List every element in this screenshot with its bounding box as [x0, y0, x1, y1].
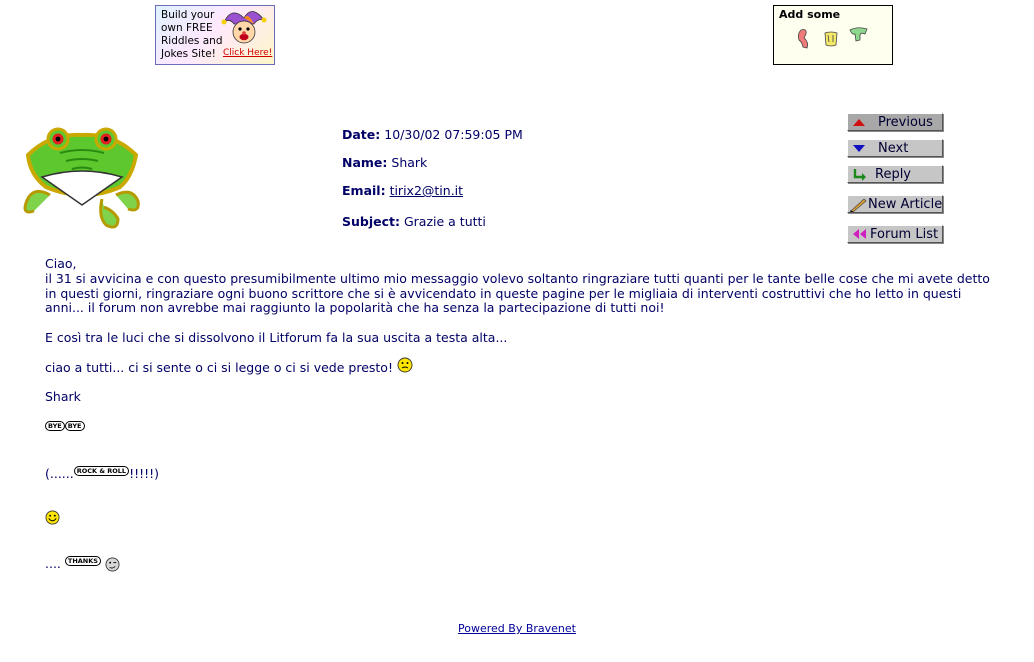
- up-arrow-icon: [853, 119, 865, 126]
- yellow-figure-icon: [824, 31, 838, 47]
- new-article-button[interactable]: New Article: [847, 195, 943, 213]
- bye-tag: BYE: [64, 421, 85, 432]
- subject-value: Grazie a tutti: [403, 214, 486, 229]
- message-paragraph: il 31 si avvicina e con questo presumibi…: [45, 270, 990, 316]
- bye-bye-emote: BYE BYE: [45, 419, 995, 434]
- jester-icon: [221, 11, 267, 44]
- ad-banner[interactable]: Build your own FREE Riddles and Jokes Si…: [155, 5, 275, 65]
- ad-text-line: Riddles and: [161, 35, 223, 47]
- forum-list-label: Forum List: [870, 227, 939, 242]
- thanks-tag: THANKS: [64, 555, 101, 566]
- rock-roll-line: (...... ROCK & ROLL!!!!!): [45, 465, 995, 482]
- add-some-title: Add some: [779, 8, 841, 21]
- message-paragraph: ciao a tutti... ci si sente o ci si legg…: [45, 358, 995, 376]
- next-label: Next: [878, 141, 909, 156]
- message-text: ....: [45, 556, 61, 572]
- forum-list-button[interactable]: Forum List: [847, 225, 943, 243]
- subject-row: Subject: Grazie a tutti: [342, 214, 486, 229]
- down-arrow-icon: [853, 145, 865, 152]
- smiley-line: [45, 510, 995, 525]
- ad-click-link[interactable]: Click Here!: [223, 48, 272, 58]
- name-label: Name:: [342, 155, 388, 170]
- previous-label: Previous: [878, 115, 933, 130]
- previous-button[interactable]: Previous: [847, 113, 943, 131]
- double-left-arrow-icon: [853, 229, 866, 239]
- message-text: (......: [45, 466, 74, 482]
- date-value: 10/30/02 07:59:05 PM: [384, 127, 523, 142]
- reply-label: Reply: [875, 167, 912, 182]
- wink-smiley-icon: [105, 557, 120, 572]
- reply-arrow-icon: [853, 169, 866, 181]
- message-text: !!!!!): [129, 466, 160, 482]
- date-label: Date:: [342, 127, 381, 142]
- bye-tag: BYE: [45, 421, 65, 432]
- subject-label: Subject:: [342, 214, 400, 229]
- ad-text-line: Build your: [161, 9, 215, 21]
- smiley-icon: [397, 358, 413, 373]
- ad-text-line: own FREE: [161, 22, 213, 34]
- message-paragraph: E così tra le luci che si dissolvono il …: [45, 330, 508, 346]
- message-signature: Shark: [45, 388, 81, 404]
- reply-button[interactable]: Reply: [847, 165, 943, 183]
- email-link[interactable]: tirix2@tin.it: [390, 183, 463, 198]
- name-value: Shark: [391, 155, 428, 170]
- date-row: Date: 10/30/02 07:59:05 PM: [342, 127, 523, 142]
- email-label: Email:: [342, 183, 386, 198]
- next-button[interactable]: Next: [847, 139, 943, 157]
- thanks-line: .... THANKS: [45, 555, 995, 572]
- grin-smiley-icon: [45, 510, 60, 525]
- email-row: Email: tirix2@tin.it: [342, 183, 463, 198]
- ad-text-line: Jokes Site!: [161, 48, 216, 60]
- message-body: Ciao, il 31 si avvicina e con questo pre…: [45, 256, 995, 572]
- message-text: ciao a tutti... ci si sente o ci si legg…: [45, 359, 393, 375]
- pencil-icon: [849, 198, 867, 212]
- new-article-label: New Article: [868, 197, 943, 212]
- rock-roll-tag: ROCK & ROLL: [73, 465, 130, 476]
- name-row: Name: Shark: [342, 155, 427, 170]
- pink-figure-icon: [797, 29, 808, 49]
- powered-by-link[interactable]: Powered By Bravenet: [458, 622, 576, 635]
- message-greeting: Ciao,: [45, 256, 77, 271]
- frog-logo-icon: [23, 127, 140, 229]
- green-figure-icon: [849, 27, 868, 42]
- add-some-box[interactable]: Add some: [773, 5, 893, 65]
- footer: Powered By Bravenet: [0, 622, 1034, 635]
